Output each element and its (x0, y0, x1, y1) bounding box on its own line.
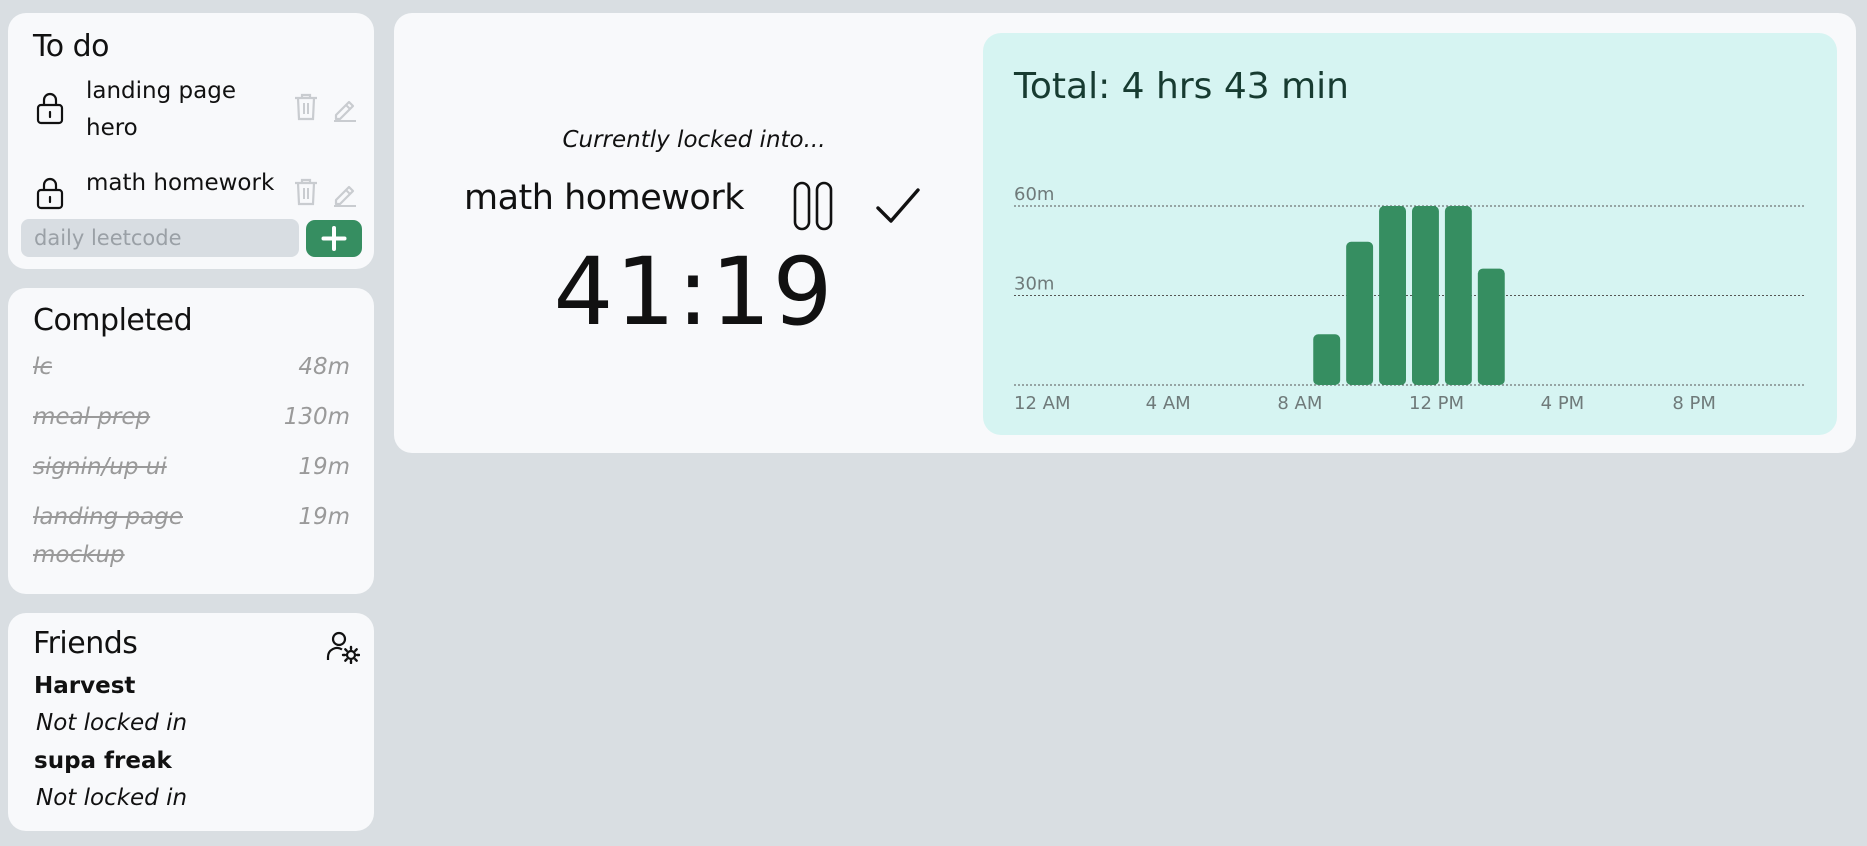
friend-name: supa freak (34, 748, 172, 774)
chart-bar (1379, 206, 1406, 385)
friend-item[interactable]: Harvest Not locked in (34, 668, 187, 742)
completed-item-name: meal prep (33, 404, 151, 430)
chart-y-tick-label: 60m (1014, 184, 1054, 205)
edit-icon[interactable] (331, 179, 359, 207)
edit-icon[interactable] (331, 94, 359, 122)
completed-title: Completed (33, 303, 193, 338)
completed-item-time: 19m (298, 504, 350, 530)
pause-button[interactable] (792, 181, 834, 231)
lock-icon[interactable] (35, 91, 65, 125)
complete-button[interactable] (875, 184, 921, 228)
completed-item-time: 130m (283, 404, 350, 430)
daily-activity-chart: 30m 60m 12 AM 4 AM 8 AM 12 PM 4 PM 8 PM (1014, 184, 1804, 414)
trash-icon[interactable] (292, 177, 320, 207)
completed-item-name: signin/up ui (33, 454, 167, 480)
pause-icon (793, 181, 833, 231)
friend-status: Not locked in (36, 710, 188, 736)
chart-bar (1313, 334, 1341, 385)
chart-y-tick-label: 30m (1014, 274, 1054, 295)
completed-item-time: 48m (298, 354, 350, 380)
todo-title: To do (33, 29, 110, 64)
completed-item-name: lc (33, 354, 53, 380)
session-caption: Currently locked into... (562, 127, 826, 153)
chart-x-tick-label: 8 AM (1277, 393, 1322, 414)
friend-status: Not locked in (36, 785, 188, 811)
completed-item-time: 19m (298, 454, 350, 480)
friend-name: Harvest (34, 673, 136, 699)
chart-bar (1412, 206, 1439, 385)
checkmark-icon (876, 188, 920, 223)
user-settings-icon[interactable] (326, 630, 360, 664)
friends-card: Friends Harvest Not locked in supa freak… (8, 613, 374, 831)
session-card: Currently locked into... math homework 4… (394, 13, 1856, 453)
current-task-name: math homework (464, 178, 745, 218)
chart-bar (1346, 241, 1374, 385)
new-todo-input[interactable] (21, 219, 299, 257)
todo-item-label: math homework (86, 170, 275, 196)
completed-item-name: landing page mockup (33, 504, 183, 568)
add-todo-button[interactable] (306, 220, 362, 257)
chart-x-tick-label: 8 PM (1672, 393, 1716, 414)
todo-card: To do landing page hero math homework (8, 13, 374, 269)
chart-bar (1444, 206, 1472, 385)
trash-icon[interactable] (292, 92, 320, 122)
plus-icon (321, 226, 347, 251)
chart-x-tick-label: 12 PM (1409, 393, 1464, 414)
chart-x-tick-label: 4 PM (1541, 393, 1585, 414)
todo-item-label: landing page hero (86, 78, 236, 141)
completed-card: Completed lc 48m meal prep 130m signin/u… (8, 288, 374, 594)
todo-item[interactable]: math homework (8, 160, 374, 210)
todo-item[interactable]: landing page hero (8, 73, 374, 163)
session-timer: 41:19 (553, 238, 835, 347)
chart-x-tick-label: 4 AM (1146, 393, 1191, 414)
chart-bar (1477, 268, 1505, 385)
chart-x-tick-label: 12 AM (1014, 393, 1070, 414)
friend-item[interactable]: supa freak Not locked in (34, 743, 187, 817)
lock-icon[interactable] (35, 176, 65, 210)
friends-title: Friends (33, 626, 138, 661)
stats-panel: Total: 4 hrs 43 min 30m 60m 12 AM 4 AM 8 AM 1… (983, 33, 1837, 435)
